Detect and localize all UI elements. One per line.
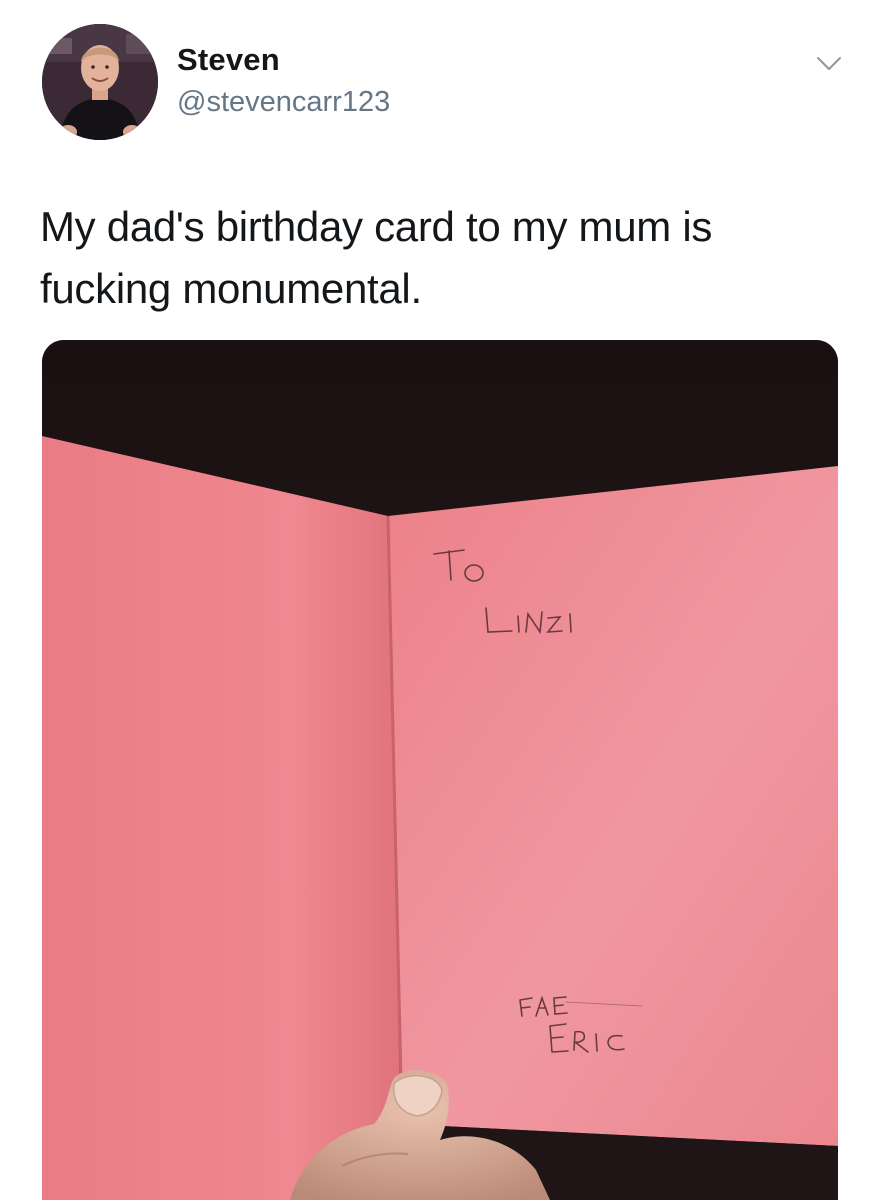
- card-photo: [42, 340, 838, 1200]
- tweet-photo[interactable]: [42, 340, 838, 1200]
- user-handle[interactable]: @stevencarr123: [177, 86, 390, 119]
- display-name[interactable]: Steven: [177, 42, 280, 78]
- card-right-page: [388, 466, 838, 1146]
- avatar-photo: [42, 24, 158, 140]
- tweet-text: My dad's birthday card to my mum is fuck…: [40, 203, 713, 312]
- tweet: Steven @stevencarr123 My dad's birthday …: [0, 0, 881, 1200]
- chevron-down-icon[interactable]: [812, 52, 846, 76]
- card-left-page: [42, 436, 402, 1200]
- avatar[interactable]: [42, 24, 158, 140]
